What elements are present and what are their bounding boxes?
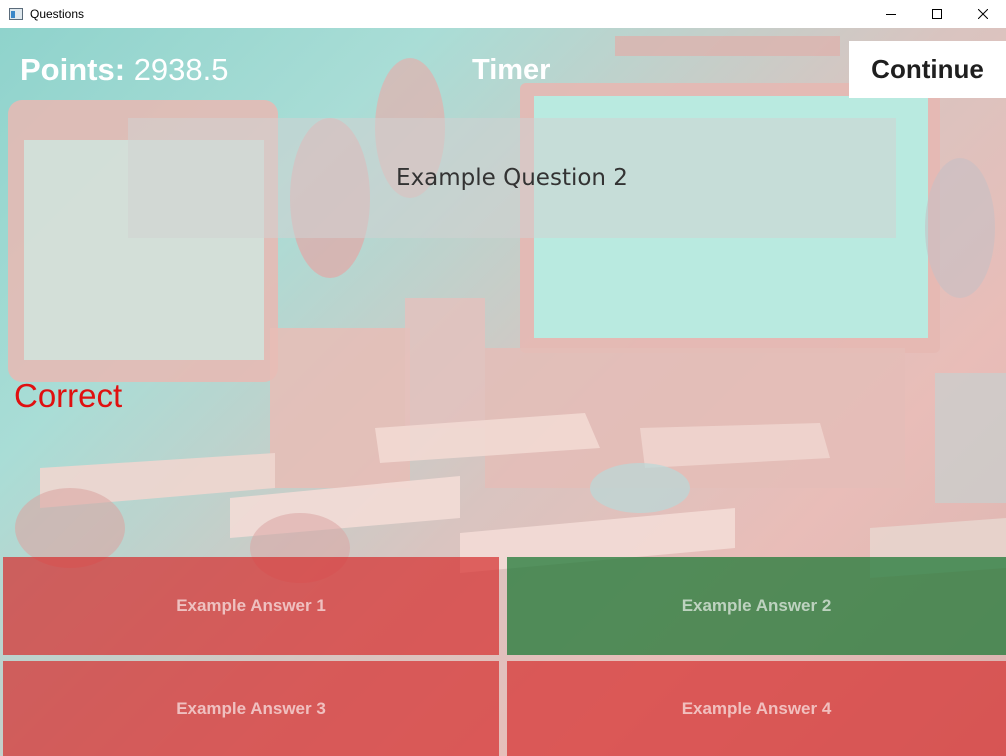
answer-button-4[interactable]: Example Answer 4 xyxy=(507,661,1006,756)
answer-label: Example Answer 3 xyxy=(176,698,326,718)
timer-label: Timer xyxy=(472,54,551,86)
minimize-icon xyxy=(886,14,896,15)
answer-button-2[interactable]: Example Answer 2 xyxy=(507,557,1006,655)
points-value: 2938.5 xyxy=(133,52,229,87)
minimize-button[interactable] xyxy=(868,0,914,28)
question-panel: Example Question 2 xyxy=(128,118,896,238)
app-window-icon xyxy=(8,6,24,22)
quiz-scene: Points: 2938.5 Timer Continue Example Qu… xyxy=(0,28,1006,756)
continue-button[interactable]: Continue xyxy=(849,41,1006,98)
points-display: Points: 2938.5 xyxy=(20,52,229,88)
answer-feedback-text: Correct xyxy=(14,377,123,414)
close-button[interactable] xyxy=(960,0,1006,28)
points-label: Points: xyxy=(20,52,126,87)
maximize-icon xyxy=(932,9,942,19)
window-titlebar: Questions xyxy=(0,0,1006,28)
window-controls xyxy=(868,0,1006,28)
answer-label: Example Answer 2 xyxy=(681,596,832,615)
maximize-button[interactable] xyxy=(914,0,960,28)
answer-label: Example Answer 1 xyxy=(176,596,326,615)
window-title: Questions xyxy=(30,7,85,21)
answer-button-3[interactable]: Example Answer 3 xyxy=(3,661,499,756)
answer-button-1[interactable]: Example Answer 1 xyxy=(3,557,499,655)
answer-label: Example Answer 4 xyxy=(681,698,832,718)
close-icon xyxy=(978,9,988,19)
question-text: Example Question 2 xyxy=(396,165,628,191)
